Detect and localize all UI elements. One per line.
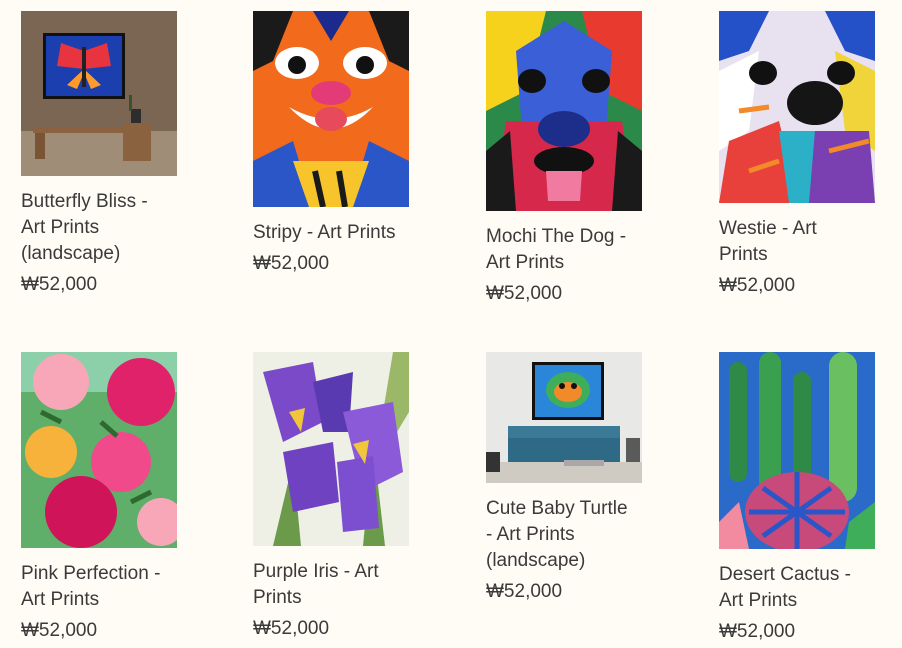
iris-painting-image[interactable] — [253, 352, 409, 546]
product-title[interactable]: Stripy - Art Prints — [253, 220, 423, 246]
product-price: ₩52,000 — [719, 621, 796, 642]
product-card[interactable]: Pink Perfection - Art Prints ₩52,000 — [21, 352, 191, 643]
product-price: ₩52,000 — [21, 620, 98, 641]
product-card[interactable]: Stripy - Art Prints ₩52,000 — [253, 11, 423, 276]
cactus-painting-image[interactable] — [719, 352, 875, 549]
pink-flowers-painting-image[interactable] — [21, 352, 177, 548]
product-price: ₩52,000 — [253, 618, 330, 639]
turtle-room-image[interactable] — [486, 352, 642, 483]
product-title[interactable]: Westie - Art Prints — [719, 216, 889, 268]
product-title[interactable]: Pink Perfection - Art Prints — [21, 561, 191, 613]
product-price: ₩52,000 — [253, 253, 330, 274]
product-grid: Butterfly Bliss - Art Prints (landscape)… — [0, 0, 902, 648]
product-title[interactable]: Desert Cactus - Art Prints — [719, 562, 889, 614]
product-card[interactable]: Mochi The Dog - Art Prints ₩52,000 — [486, 11, 656, 306]
butterfly-room-image[interactable] — [21, 11, 177, 176]
product-card[interactable]: Butterfly Bliss - Art Prints (landscape)… — [21, 11, 191, 297]
product-card[interactable]: Westie - Art Prints ₩52,000 — [719, 11, 889, 298]
product-title[interactable]: Mochi The Dog - Art Prints — [486, 224, 656, 276]
product-price: ₩52,000 — [486, 283, 563, 304]
product-card[interactable]: Desert Cactus - Art Prints ₩52,000 — [719, 352, 889, 644]
product-title[interactable]: Purple Iris - Art Prints — [253, 559, 423, 611]
dog-painting-image[interactable] — [486, 11, 642, 211]
product-price: ₩52,000 — [719, 275, 796, 296]
product-price: ₩52,000 — [486, 581, 563, 602]
product-card[interactable]: Cute Baby Turtle - Art Prints (landscape… — [486, 352, 656, 604]
tiger-painting-image[interactable] — [253, 11, 409, 207]
product-title[interactable]: Butterfly Bliss - Art Prints (landscape) — [21, 189, 191, 267]
product-price: ₩52,000 — [21, 274, 98, 295]
product-card[interactable]: Purple Iris - Art Prints ₩52,000 — [253, 352, 423, 641]
westie-painting-image[interactable] — [719, 11, 875, 203]
product-title[interactable]: Cute Baby Turtle - Art Prints (landscape… — [486, 496, 656, 574]
